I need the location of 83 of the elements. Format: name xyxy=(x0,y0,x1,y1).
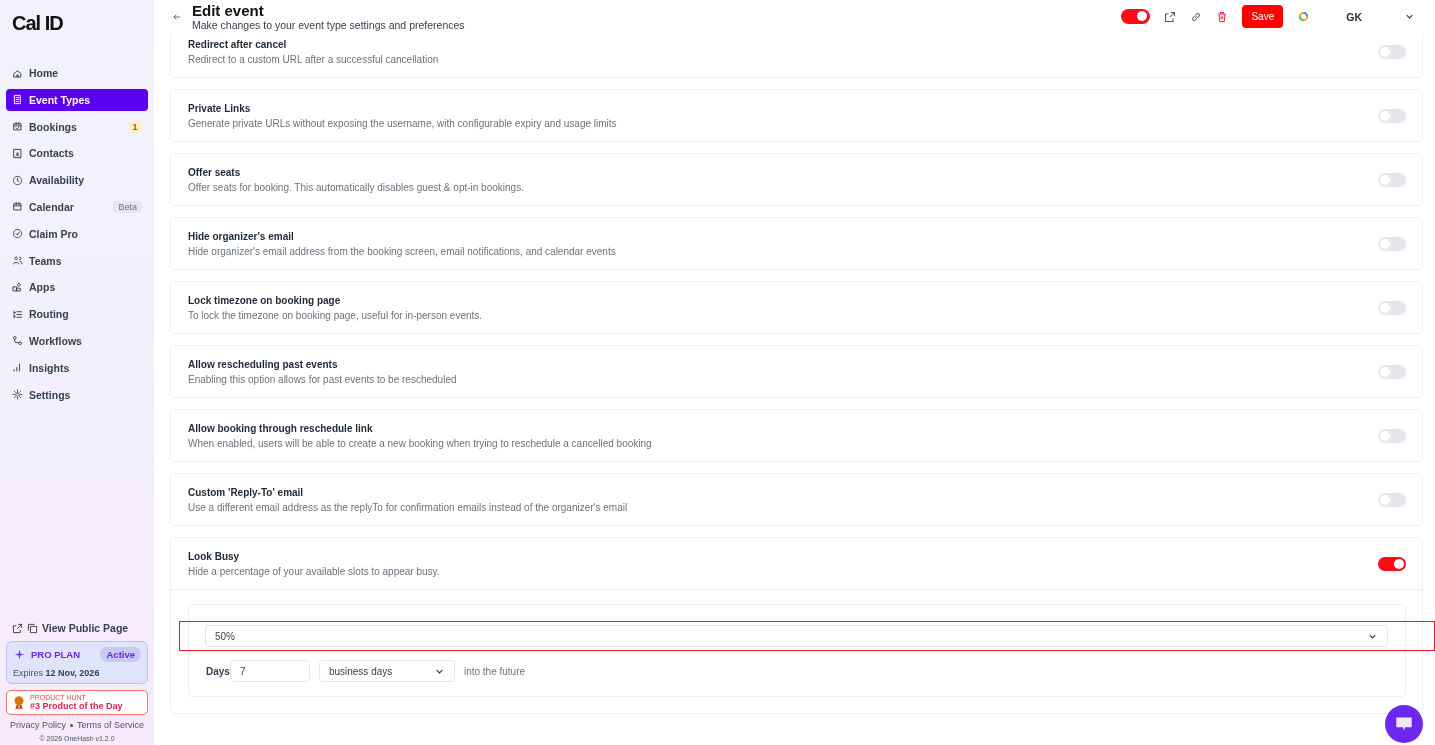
logo: Cal ID xyxy=(11,11,64,36)
nav-item[interactable]: Claim Pro xyxy=(6,222,148,245)
footer-link[interactable]: Terms of Service xyxy=(77,720,144,730)
medal-icon xyxy=(13,694,25,711)
setting-toggle[interactable] xyxy=(1378,428,1406,443)
setting-title: Hide organizer's email xyxy=(188,230,295,242)
percentage-select[interactable]: 50% xyxy=(205,625,1388,647)
nav-icon xyxy=(12,281,23,293)
link-icon[interactable] xyxy=(1190,10,1203,23)
nav-item[interactable]: Insights xyxy=(6,356,148,379)
nav-item[interactable]: Contacts xyxy=(6,142,148,165)
view-public-page-link[interactable]: View Public Page xyxy=(6,622,148,634)
days-label: Days xyxy=(206,665,230,677)
nav-item[interactable]: Calendar Beta xyxy=(6,196,148,218)
setting-toggle[interactable] xyxy=(1378,556,1406,571)
external-link-icon xyxy=(12,622,23,634)
nav-icon xyxy=(12,201,23,213)
nav-icon xyxy=(12,147,23,159)
nav-icon xyxy=(12,308,23,320)
copy-icon xyxy=(27,622,38,634)
setting-title: Allow booking through reschedule link xyxy=(188,422,374,434)
plan-name: PRO PLAN xyxy=(31,649,82,660)
nav-item[interactable]: Home xyxy=(6,62,148,84)
setting-description: When enabled, users will be able to create a new booking when trying to reschedule a cancelled booking xyxy=(188,437,653,449)
nav-icon xyxy=(12,228,23,240)
save-button[interactable]: Save xyxy=(1242,5,1284,28)
setting-toggle[interactable] xyxy=(1378,364,1406,379)
nav-icon xyxy=(12,335,23,347)
setting-toggle[interactable] xyxy=(1378,492,1406,507)
unit-select[interactable]: business days xyxy=(318,660,455,682)
nav-item[interactable]: Apps xyxy=(6,276,148,299)
setting-description: Enabling this option allows for past events to be rescheduled xyxy=(188,373,458,385)
nav-icon xyxy=(12,67,23,79)
product-hunt-title: #3 Product of the Day xyxy=(30,701,123,711)
back-icon[interactable] xyxy=(172,11,182,22)
nav-icon xyxy=(12,94,23,106)
footer-link[interactable]: Privacy Policy xyxy=(9,720,66,730)
setting-description: Offer seats for booking. This automatically disables guest & opt-in bookings. xyxy=(188,181,525,193)
setting-description: Generate private URLs without exposing the username, with configurable expiry and usage limits xyxy=(188,117,618,129)
loading-ring-icon xyxy=(1297,10,1311,23)
setting-title: Offer seats xyxy=(188,166,242,178)
setting-description: Redirect to a custom URL after a successful cancellation xyxy=(188,53,440,65)
nav-icon xyxy=(12,389,23,401)
sparkle-icon xyxy=(13,648,26,661)
setting-title: Private Links xyxy=(188,102,252,114)
setting-toggle[interactable] xyxy=(1378,172,1406,187)
days-input[interactable]: 7 xyxy=(229,660,310,682)
setting-description: Hide a percentage of your available slots to appear busy. xyxy=(188,565,441,577)
count-badge: 1 xyxy=(128,119,142,134)
nav-item[interactable]: Teams xyxy=(6,249,148,272)
external-link-icon[interactable] xyxy=(1164,10,1177,23)
setting-title: Custom 'Reply-To' email xyxy=(188,486,305,498)
days-suffix: into the future xyxy=(463,665,526,677)
setting-title: Look Busy xyxy=(188,550,241,562)
nav-item[interactable]: Bookings 1 xyxy=(6,115,148,138)
setting-description: Use a different email address as the replyTo for confirmation emails instead of the organizer's email xyxy=(188,501,629,513)
setting-description: To lock the timezone on booking page, useful for in-person events. xyxy=(188,309,484,321)
nav-icon xyxy=(12,362,23,374)
page-subtitle: Make changes to your event type settings and preferences xyxy=(192,19,465,31)
setting-title: Lock timezone on booking page xyxy=(188,294,342,306)
plan-status: Active xyxy=(100,647,141,662)
separator-dot xyxy=(70,723,73,727)
setting-description: Hide organizer's email address from the booking screen, email notifications, and calendar events xyxy=(188,245,617,257)
setting-toggle[interactable] xyxy=(1378,300,1406,315)
user-initials[interactable]: GK xyxy=(1346,10,1362,23)
event-toggle[interactable] xyxy=(1121,9,1151,24)
nav-icon xyxy=(12,255,23,267)
nav-icon xyxy=(12,121,23,133)
setting-toggle[interactable] xyxy=(1378,108,1406,123)
trash-icon[interactable] xyxy=(1216,10,1229,23)
setting-title: Allow rescheduling past events xyxy=(188,358,339,370)
nav-item[interactable]: Settings xyxy=(6,383,148,406)
nav-item[interactable]: Workflows xyxy=(6,329,148,352)
beta-tag: Beta xyxy=(113,201,142,213)
nav-item[interactable]: Event Types xyxy=(6,88,148,111)
plan-expiry: Expires 12 Nov, 2026 xyxy=(13,668,101,678)
page-title: Edit event xyxy=(192,2,265,19)
nav-item[interactable]: Availability xyxy=(6,169,148,192)
nav-icon xyxy=(12,174,23,186)
nav-item[interactable]: Routing xyxy=(6,303,148,326)
setting-toggle[interactable] xyxy=(1378,44,1406,59)
setting-title: Redirect after cancel xyxy=(188,38,288,50)
setting-toggle[interactable] xyxy=(1378,236,1406,251)
